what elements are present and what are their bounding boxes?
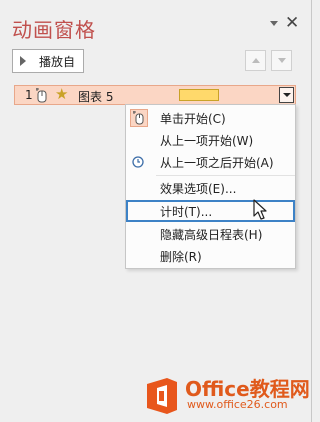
menu-separator xyxy=(156,175,295,176)
animation-item-label: 图表 5 xyxy=(78,90,114,104)
star-icon: ★ xyxy=(55,85,69,103)
item-dropdown-button[interactable] xyxy=(279,87,294,103)
mouse-pointer-icon xyxy=(253,199,269,225)
triangle-up-icon xyxy=(252,58,260,63)
menu-item-label: 从上一项开始(W) xyxy=(160,134,254,148)
menu-item-label: 从上一项之后开始(A) xyxy=(160,156,274,170)
play-from-label: 播放自 xyxy=(39,55,76,69)
menu-item-label: 计时(T)... xyxy=(160,205,213,219)
menu-item-with-previous[interactable]: 从上一项开始(W) xyxy=(126,129,295,151)
mouse-click-icon xyxy=(130,109,148,127)
office-logo-icon xyxy=(143,376,181,420)
menu-item-hide-advanced-timeline[interactable]: 隐藏高级日程表(H) xyxy=(126,223,295,245)
menu-item-label: 隐藏高级日程表(H) xyxy=(160,228,263,242)
clock-icon xyxy=(130,153,148,171)
menu-item-timing[interactable]: 计时(T)... xyxy=(126,200,295,222)
menu-item-start-on-click[interactable]: 单击开始(C) xyxy=(126,107,295,129)
timeline-bar[interactable] xyxy=(179,89,219,101)
menu-item-after-previous[interactable]: 从上一项之后开始(A) xyxy=(126,151,295,173)
animation-list-item[interactable]: 1 ★ 图表 5 xyxy=(14,85,296,105)
menu-item-effect-options[interactable]: 效果选项(E)... xyxy=(126,177,295,199)
mouse-click-icon xyxy=(35,88,49,107)
menu-item-label: 单击开始(C) xyxy=(160,112,226,126)
menu-item-label: 效果选项(E)... xyxy=(160,182,237,196)
play-from-button[interactable]: 播放自 xyxy=(12,49,84,73)
move-up-button[interactable] xyxy=(245,50,266,71)
play-icon xyxy=(20,56,26,66)
animation-pane: 动画窗格 ✕ 播放自 1 ★ 图表 5 单击开始(C) 从上一项开始(W) 从上… xyxy=(0,0,312,422)
context-menu: 单击开始(C) 从上一项开始(W) 从上一项之后开始(A) 效果选项(E)...… xyxy=(125,104,296,269)
pane-title: 动画窗格 xyxy=(12,18,96,42)
triangle-down-icon xyxy=(278,58,286,63)
watermark: Office教程网 www.office26.com xyxy=(143,370,312,422)
watermark-url: www.office26.com xyxy=(187,398,288,411)
menu-item-label: 删除(R) xyxy=(160,250,202,264)
animation-order-number: 1 xyxy=(25,88,33,102)
pane-border xyxy=(311,0,312,422)
chevron-down-icon xyxy=(283,93,291,97)
menu-item-remove[interactable]: 删除(R) xyxy=(126,245,295,267)
pane-options-arrow-icon[interactable] xyxy=(270,21,278,26)
close-icon[interactable]: ✕ xyxy=(285,13,299,33)
move-down-button[interactable] xyxy=(271,50,292,71)
